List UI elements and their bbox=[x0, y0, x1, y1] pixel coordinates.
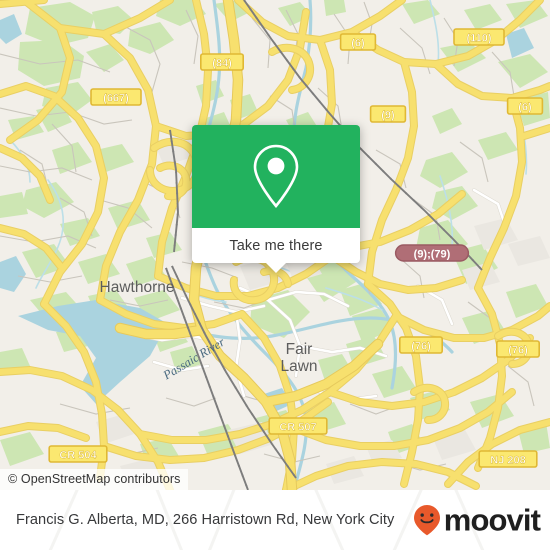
road-shield-label: (6) bbox=[351, 37, 365, 49]
road-shield-label: (84) bbox=[212, 57, 232, 69]
road-shield: CR 504 bbox=[48, 445, 108, 463]
moovit-location-card: .rd { fill:none; stroke:#f7e06e; stroke-… bbox=[0, 0, 550, 550]
road-shield: (110) bbox=[453, 28, 505, 46]
road-shield-label: (76) bbox=[411, 340, 431, 352]
osm-attribution[interactable]: © OpenStreetMap contributors bbox=[0, 469, 188, 490]
road-shield: (6) bbox=[506, 97, 544, 115]
road-shield: NJ 208 bbox=[478, 450, 538, 468]
popup-tail bbox=[265, 262, 287, 273]
moovit-pin-icon bbox=[413, 505, 440, 536]
road-shield: CR 507 bbox=[268, 417, 328, 435]
road-shield-label: CR 504 bbox=[59, 449, 97, 461]
location-caption: Francis G. Alberta, MD, 266 Harristown R… bbox=[16, 511, 395, 528]
road-shield-label: (110) bbox=[466, 32, 491, 44]
road-shield-label: CR 507 bbox=[279, 421, 316, 433]
road-shield: (6) bbox=[339, 33, 377, 51]
take-me-there-label: Take me there bbox=[229, 237, 323, 254]
road-shield: (667) bbox=[90, 88, 142, 106]
place-label-fair-lawn-line1: Fair bbox=[286, 341, 313, 358]
popup-green-panel bbox=[192, 125, 360, 228]
road-shield: (9) bbox=[369, 105, 407, 123]
map-pin-icon bbox=[253, 144, 299, 208]
road-shield-label: (9);(79) bbox=[414, 248, 451, 260]
place-label-hawthorne: Hawthorne bbox=[100, 279, 175, 296]
road-shield: (76) bbox=[398, 336, 443, 354]
road-shield-label: (667) bbox=[103, 92, 129, 104]
moovit-wordmark: moovit bbox=[443, 502, 541, 538]
road-shield: (76) bbox=[495, 340, 540, 358]
take-me-there-popup[interactable]: Take me there bbox=[192, 125, 360, 273]
footer-bar: Francis G. Alberta, MD, 266 Harristown R… bbox=[0, 490, 550, 550]
road-shield: (9);(79) bbox=[394, 244, 470, 262]
road-shield-label: NJ 208 bbox=[490, 454, 525, 466]
place-label-fair-lawn-line2: Lawn bbox=[280, 358, 317, 375]
road-shield: (84) bbox=[200, 53, 245, 71]
map-canvas[interactable]: .rd { fill:none; stroke:#f7e06e; stroke-… bbox=[0, 0, 550, 490]
road-shield-label: (76) bbox=[508, 344, 528, 356]
road-shield-label: (9) bbox=[381, 109, 395, 121]
moovit-logo[interactable]: moovit bbox=[412, 502, 541, 538]
popup-action-bar[interactable]: Take me there bbox=[192, 228, 360, 273]
road-shield-label: (6) bbox=[518, 101, 532, 113]
